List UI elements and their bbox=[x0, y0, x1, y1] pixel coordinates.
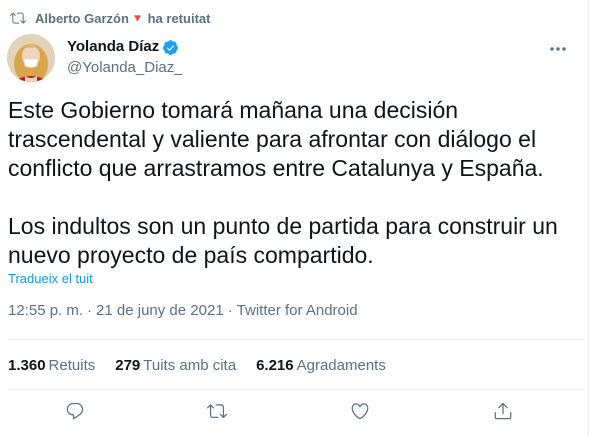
retweet-icon bbox=[207, 401, 227, 426]
author-handle[interactable]: @Yolanda_Diaz_ bbox=[67, 58, 183, 78]
retweets-stat[interactable]: 1.360 Retuits bbox=[8, 357, 95, 374]
retweet-context: Alberto Garzón 🔻 ha retuitat bbox=[10, 10, 210, 26]
author-name-row[interactable]: Yolanda Díaz bbox=[67, 37, 183, 57]
author-display-name[interactable]: Yolanda Díaz bbox=[67, 37, 159, 57]
share-button[interactable] bbox=[492, 402, 514, 424]
quotes-label: Tuits amb cita bbox=[143, 357, 237, 374]
likes-count: 6.216 bbox=[256, 357, 294, 374]
author-info[interactable]: Yolanda Díaz @Yolanda_Diaz_ bbox=[67, 37, 183, 78]
quotes-stat[interactable]: 279 Tuits amb cita bbox=[115, 357, 236, 374]
retweet-icon bbox=[10, 10, 26, 26]
likes-stat[interactable]: 6.216 Agradaments bbox=[256, 357, 386, 374]
translate-tweet-link[interactable]: Tradueix el tuit bbox=[8, 271, 93, 286]
tweet-date[interactable]: 21 de juny de 2021 bbox=[96, 302, 224, 319]
quotes-count: 279 bbox=[115, 357, 141, 374]
retweeter-name[interactable]: Alberto Garzón bbox=[35, 11, 129, 26]
more-button[interactable] bbox=[548, 38, 568, 58]
retweets-label: Retuits bbox=[48, 357, 96, 374]
share-icon bbox=[493, 401, 513, 426]
heart-icon bbox=[350, 401, 370, 426]
avatar[interactable] bbox=[7, 34, 55, 82]
more-icon bbox=[549, 39, 567, 57]
rose-emoji: 🔻 bbox=[130, 12, 145, 25]
meta-separator: · bbox=[227, 302, 233, 319]
retweet-button[interactable] bbox=[206, 402, 228, 424]
tweet-paragraph-1: Este Gobierno tomará mañana una decisión… bbox=[8, 97, 544, 181]
tweet-card: Alberto Garzón 🔻 ha retuitat Yolanda Día… bbox=[0, 0, 589, 436]
tweet-paragraph-2: Los indultos son un punto de partida par… bbox=[8, 213, 558, 268]
divider bbox=[8, 339, 583, 340]
tweet-time[interactable]: 12:55 p. m. bbox=[8, 302, 83, 319]
tweet-meta: 12:55 p. m. · 21 de juny de 2021 · Twitter f… bbox=[8, 302, 358, 319]
tweet-stats: 1.360 Retuits 279 Tuits amb cita 6.216 Agra… bbox=[8, 357, 386, 374]
retweet-suffix: ha retuitat bbox=[147, 10, 211, 26]
verified-badge-icon bbox=[162, 39, 179, 56]
meta-separator: · bbox=[87, 302, 93, 319]
likes-label: Agradaments bbox=[296, 357, 386, 374]
like-button[interactable] bbox=[349, 402, 371, 424]
tweet-text: Este Gobierno tomará mañana una decisión… bbox=[8, 96, 583, 270]
reply-icon bbox=[65, 401, 85, 426]
tweet-actions bbox=[0, 402, 589, 426]
retweets-count: 1.360 bbox=[8, 357, 46, 374]
divider bbox=[8, 389, 583, 390]
tweet-source[interactable]: Twitter for Android bbox=[237, 302, 358, 319]
reply-button[interactable] bbox=[64, 402, 86, 424]
